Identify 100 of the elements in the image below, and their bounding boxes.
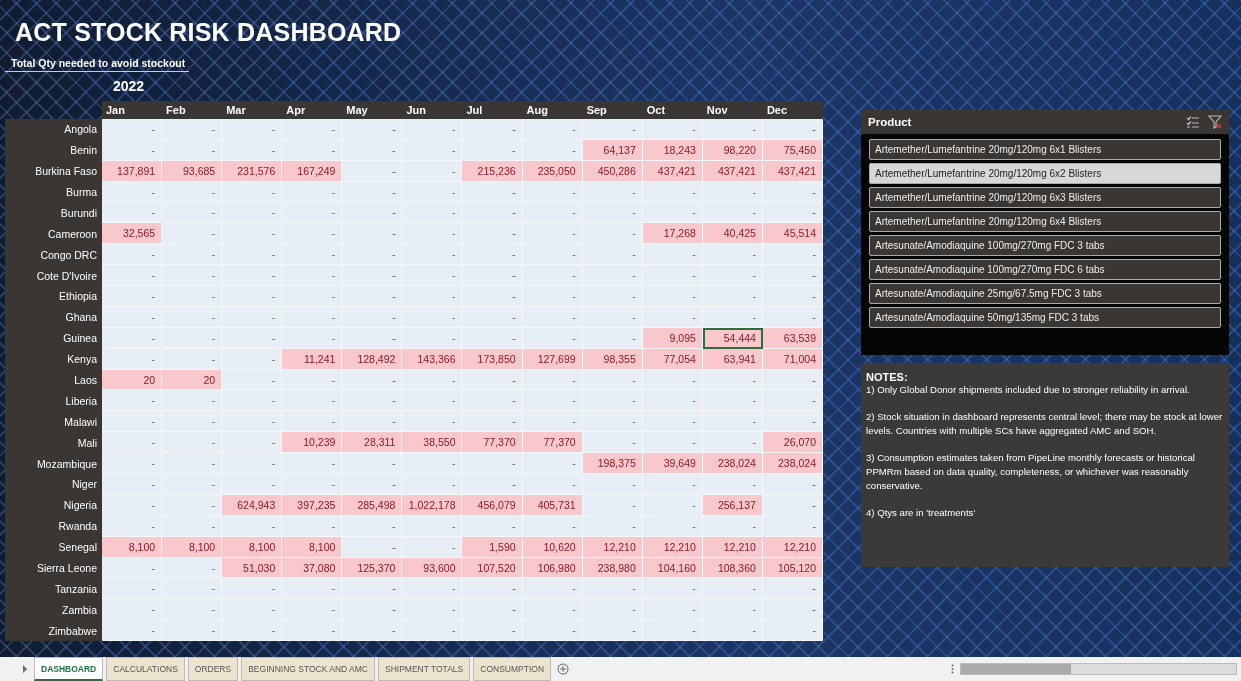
table-cell: - [342, 369, 403, 391]
table-cell: 231,576 [222, 160, 283, 182]
table-cell: - [462, 244, 523, 266]
table-cell: - [162, 515, 223, 537]
table-cell: 1,590 [462, 536, 523, 558]
product-option[interactable]: Artemether/Lumefantrine 20mg/120mg 6x3 Blisters [869, 187, 1221, 208]
table-cell: - [462, 578, 523, 600]
note-text: 3) Consumption estimates taken from PipeLine monthly forecasts or historical PPMRm based on data quality, completeness, or whichever was reasonably conservative. [866, 451, 1196, 493]
table-cell: - [462, 369, 523, 391]
table-cell: - [402, 265, 463, 286]
table-cell: - [582, 223, 643, 245]
table-cell: - [162, 494, 223, 516]
product-option[interactable]: Artesunate/Amodiaquine 100mg/270mg FDC 3 tabs [869, 235, 1221, 256]
table-cell: - [222, 139, 283, 161]
sheet-tab[interactable]: BEGINNING STOCK AND AMC [241, 657, 375, 681]
table-cell: - [462, 306, 523, 328]
sheet-tab[interactable]: CONSUMPTION [473, 657, 551, 681]
scroll-tabs-icon[interactable] [22, 665, 28, 673]
table-cell: - [462, 265, 523, 286]
table-cell: - [282, 286, 343, 307]
table-cell: - [222, 453, 283, 475]
sheet-tab[interactable]: SHIPMENT TOTALS [378, 657, 471, 681]
product-option[interactable]: Artemether/Lumefantrine 20mg/120mg 6x2 Blisters [869, 163, 1221, 184]
table-cell: - [762, 411, 823, 433]
table-cell: 20 [102, 369, 163, 391]
sheet-tab[interactable]: CALCULATIONS [106, 657, 185, 681]
table-cell: - [522, 286, 583, 307]
table-cell: - [402, 286, 463, 307]
table-cell: - [102, 599, 163, 621]
sheet-tab[interactable]: DASHBOARD [34, 657, 104, 681]
table-cell: - [102, 620, 163, 642]
table-cell: 128,492 [342, 348, 403, 370]
table-cell: 624,943 [222, 494, 283, 516]
table-cell: - [342, 181, 403, 203]
table-cell: - [342, 536, 403, 558]
product-option[interactable]: Artesunate/Amodiaquine 50mg/135mg FDC 3 tabs [869, 307, 1221, 328]
table-cell: - [642, 578, 703, 600]
table-cell: - [222, 223, 283, 245]
table-cell: - [162, 599, 223, 621]
table-cell: - [582, 390, 643, 412]
column-header: Nov [702, 100, 763, 119]
product-option[interactable]: Artemether/Lumefantrine 20mg/120mg 6x1 Blisters [869, 139, 1221, 160]
table-cell: - [402, 411, 463, 433]
table-cell: - [762, 474, 823, 495]
table-cell: - [282, 620, 343, 642]
table-cell: - [102, 139, 163, 161]
table-cell: 143,366 [402, 348, 463, 370]
table-cell: - [162, 181, 223, 203]
product-option[interactable]: Artesunate/Amodiaquine 100mg/270mg FDC 6 tabs [869, 259, 1221, 280]
table-cell: - [222, 369, 283, 391]
table-cell: 28,311 [342, 432, 403, 454]
clear-filter-icon[interactable] [1208, 115, 1222, 129]
table-cell: - [582, 474, 643, 495]
table-cell: - [702, 599, 763, 621]
product-option[interactable]: Artesunate/Amodiaquine 25mg/67.5mg FDC 3 tabs [869, 283, 1221, 304]
table-cell: - [402, 369, 463, 391]
column-header: Mar [222, 100, 283, 119]
country-label: Ethiopia [5, 286, 102, 307]
sheet-tab[interactable]: ORDERS [187, 657, 239, 681]
table-cell: - [342, 160, 403, 182]
note-text: 2) Stock situation in dashboard represents central level; there may be stock at lower levels. Countries with multiple SCs have aggregated AMC and SOH. [866, 410, 1224, 438]
table-cell: 198,375 [582, 453, 643, 475]
slicer-title: Product [868, 116, 912, 128]
table-cell: - [282, 327, 343, 349]
add-sheet-icon[interactable] [557, 663, 569, 675]
country-label: Liberia [5, 390, 102, 412]
table-cell: - [522, 578, 583, 600]
table-subtitle: Total Qty needed to avoid stockout [5, 57, 190, 72]
multi-select-icon[interactable] [1186, 115, 1200, 129]
table-cell: - [222, 181, 283, 203]
table-cell: 238,024 [702, 453, 763, 475]
more-icon[interactable] [951, 664, 954, 674]
table-cell: - [642, 244, 703, 266]
table-cell: 26,070 [762, 432, 823, 454]
column-header: Jan [102, 100, 163, 119]
table-cell: - [582, 432, 643, 454]
table-cell: - [642, 599, 703, 621]
table-cell: - [222, 474, 283, 495]
table-cell: - [402, 327, 463, 349]
table-cell: - [282, 411, 343, 433]
table-cell: - [222, 202, 283, 224]
table-cell: - [702, 202, 763, 224]
table-cell: - [702, 474, 763, 495]
column-header: Jul [462, 100, 523, 119]
table-cell: - [582, 265, 643, 286]
table-cell: 10,239 [282, 432, 343, 454]
table-cell: - [162, 453, 223, 475]
table-cell: - [702, 578, 763, 600]
country-label: Cote D'Ivoire [5, 265, 102, 286]
table-cell: - [342, 599, 403, 621]
product-option[interactable]: Artemether/Lumefantrine 20mg/120mg 6x4 Blisters [869, 211, 1221, 232]
table-cell: - [222, 599, 283, 621]
table-cell: 40,425 [702, 223, 763, 245]
table-cell: - [582, 244, 643, 266]
table-cell: - [222, 118, 283, 140]
table-cell: - [462, 139, 523, 161]
table-cell: - [282, 474, 343, 495]
country-label: Senegal [5, 536, 102, 558]
country-label: Cameroon [5, 223, 102, 245]
horizontal-scrollbar[interactable] [960, 663, 1237, 675]
